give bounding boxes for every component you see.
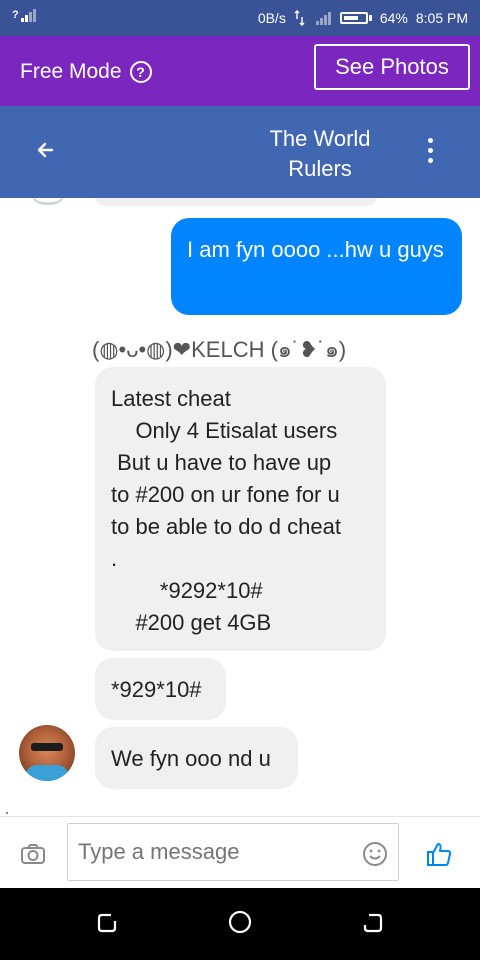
message-input[interactable] (67, 823, 399, 881)
arrow-left-icon[interactable] (36, 136, 56, 167)
message-bubble-incoming[interactable]: *929*10# (95, 658, 226, 720)
signal-label: ? (12, 9, 19, 21)
free-mode-banner: Free Mode ? See Photos (0, 36, 480, 106)
title-line-1: The World (269, 126, 371, 151)
emoji-icon[interactable] (362, 841, 388, 872)
free-mode-label-group[interactable]: Free Mode ? (20, 60, 152, 84)
previous-message-fragment (94, 198, 378, 206)
message-bubble-incoming[interactable]: Latest cheat Only 4 Etisalat users But u… (95, 367, 386, 651)
sender-name: (◍•ᴗ•◍)❤KELCH (๑˙❥˙๑) (92, 332, 346, 367)
home-icon[interactable] (228, 910, 252, 939)
sender-name-text: (◍•ᴗ•◍)❤KELCH (๑˙❥˙๑) (92, 337, 347, 362)
message-bubble-outgoing[interactable]: I am fyn oooo ...hw u guys (171, 218, 462, 315)
network-speed: 0B/s (257, 10, 286, 26)
previous-avatar-fragment (30, 198, 66, 205)
signal-icon (20, 9, 36, 22)
cell-signal-icon (315, 12, 331, 25)
message-list[interactable]: I am fyn oooo ...hw u guys (◍•ᴗ•◍)❤KELCH… (0, 198, 480, 808)
recent-apps-icon[interactable] (96, 912, 118, 939)
free-mode-label: Free Mode (20, 60, 122, 83)
message-composer (0, 816, 480, 889)
avatar[interactable] (19, 725, 75, 781)
data-arrows-icon (294, 10, 305, 26)
system-navigation-bar (0, 888, 480, 960)
divider (6, 812, 8, 814)
status-bar: ? 0B/s 64% 8:05 PM (0, 0, 480, 36)
back-icon[interactable] (362, 912, 384, 939)
chat-header: The World Rulers (0, 106, 480, 198)
conversation-title[interactable]: The World Rulers (210, 124, 430, 184)
see-photos-button[interactable]: See Photos (314, 44, 470, 90)
signal-indicator: ? (12, 8, 37, 22)
message-bubble-incoming[interactable]: We fyn ooo nd u (95, 727, 298, 789)
battery-percent: 64% (379, 10, 408, 26)
thumbs-up-icon[interactable] (425, 840, 453, 873)
more-vertical-icon[interactable] (428, 138, 433, 163)
help-circle-icon[interactable]: ? (129, 61, 152, 83)
battery-icon (339, 12, 368, 24)
clock: 8:05 PM (415, 10, 468, 26)
title-line-2: Rulers (288, 156, 352, 181)
camera-icon[interactable] (20, 843, 46, 870)
